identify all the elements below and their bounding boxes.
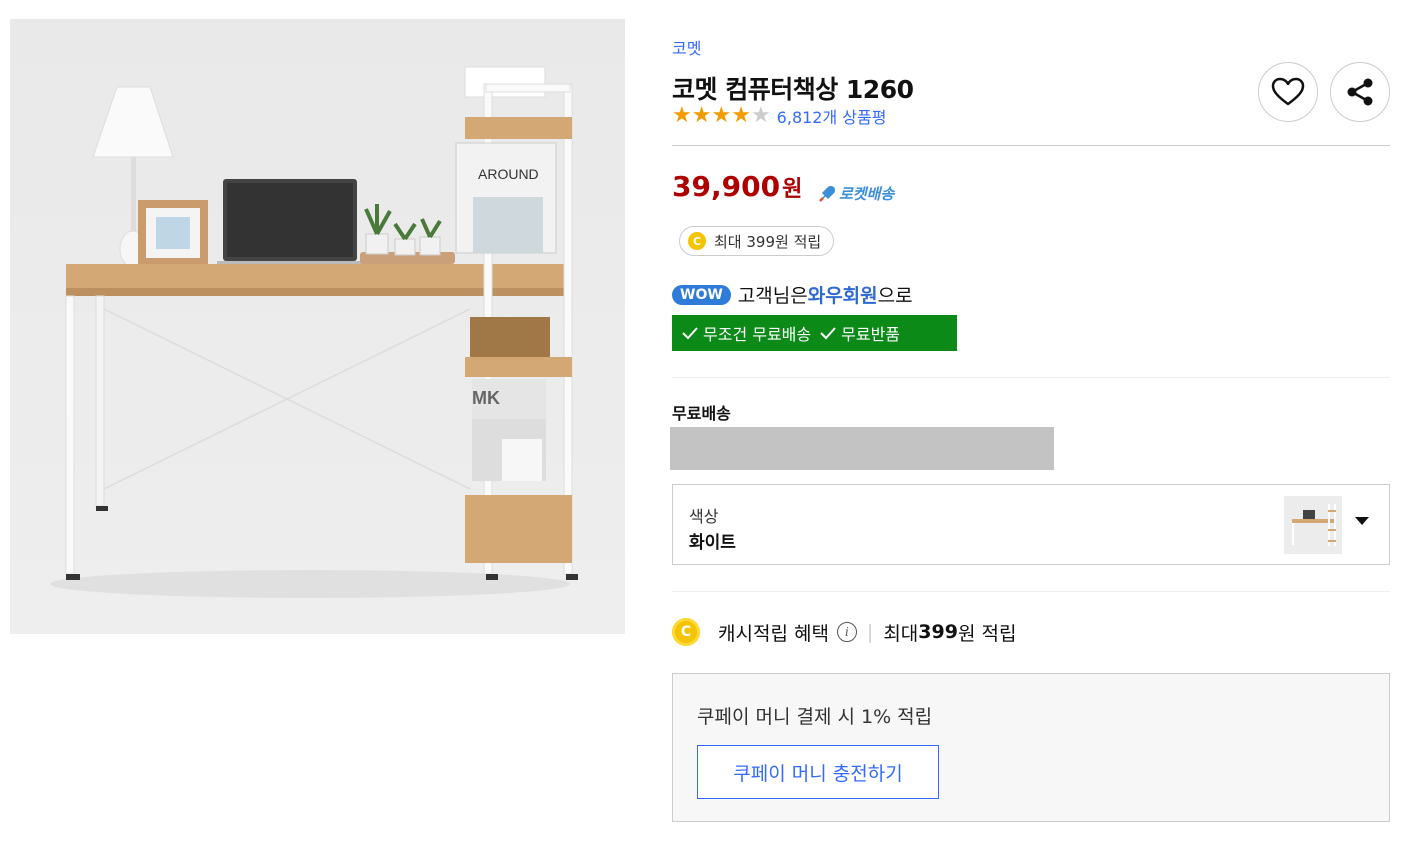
coupay-text: 쿠페이 머니 결제 시 1% 적립 xyxy=(697,706,933,728)
coin-icon: C xyxy=(672,618,700,646)
cash-benefit-amount: 399 xyxy=(918,621,958,643)
rocket-icon xyxy=(819,185,835,202)
star-icon: ★ xyxy=(711,103,732,128)
share-icon xyxy=(1347,78,1373,106)
shipping-info-placeholder xyxy=(670,427,1054,470)
cash-pill: C 최대 399원 적립 xyxy=(679,226,835,256)
divider xyxy=(672,145,1390,146)
magazine-text: MK xyxy=(472,388,500,408)
cash-pill-text: 최대 399원 적립 xyxy=(714,232,822,251)
product-title: 코멧 컴퓨터책상 1260 xyxy=(672,75,914,104)
price-amount: 39,900 xyxy=(672,170,781,203)
star-icon: ★ xyxy=(731,103,751,128)
check-icon xyxy=(682,327,698,340)
wishlist-button[interactable] xyxy=(1258,62,1318,122)
info-icon[interactable]: i xyxy=(836,622,857,642)
desk-thumbnail xyxy=(1284,496,1342,554)
wow-line-prefix: 고객님은 xyxy=(737,285,808,307)
shipping-label: 무료배송 xyxy=(672,404,731,423)
coupay-charge-button[interactable]: 쿠페이 머니 충전하기 xyxy=(697,745,939,799)
share-button[interactable] xyxy=(1330,62,1390,122)
option-thumbnail xyxy=(1284,496,1342,554)
wow-benefit-2: 무료반품 xyxy=(841,325,901,344)
chevron-down-icon xyxy=(1355,517,1369,525)
price-unit: 원 xyxy=(782,177,803,202)
wow-benefits-banner: 무조건 무료배송 무료반품 xyxy=(672,315,957,351)
review-count-link[interactable]: 6,812개 상품평 xyxy=(777,104,887,128)
desk-photo: AROUND MK xyxy=(10,19,625,634)
coin-icon: C xyxy=(688,232,706,250)
star-rating: ★ ★ ★ ★ ★ xyxy=(672,104,771,128)
divider xyxy=(672,591,1390,592)
coupay-box: 쿠페이 머니 결제 시 1% 적립 쿠페이 머니 충전하기 xyxy=(672,673,1390,822)
star-icon: ★ xyxy=(750,103,771,128)
brand-link[interactable]: 코멧 xyxy=(672,35,701,59)
sale-price: 39,900원 xyxy=(672,170,802,203)
wow-line-strong: 와우회원 xyxy=(807,285,878,307)
heart-icon xyxy=(1271,77,1305,106)
star-icon: ★ xyxy=(691,103,712,128)
book-cover-text: AROUND xyxy=(478,166,539,182)
cash-benefit-row: C 캐시적립 혜택 i | 최대 399 원 적립 xyxy=(672,618,1016,646)
cash-benefit-prefix: 최대 xyxy=(883,622,919,645)
wow-badge: WOW xyxy=(672,284,731,305)
wow-member-line: WOW 고객님은 와우회원 으로 xyxy=(672,281,913,308)
product-info: 코멧 코멧 컴퓨터책상 1260 ★ ★ ★ ★ ★ 6,812개 상품평 39… xyxy=(670,0,1390,841)
rocket-delivery-badge: 로켓배송 xyxy=(817,183,894,204)
cash-benefit-label: 캐시적립 혜택 xyxy=(718,622,829,645)
color-option-select[interactable]: 색상 화이트 xyxy=(672,484,1390,565)
wow-benefit-1: 무조건 무료배송 xyxy=(703,325,812,344)
option-value: 화이트 xyxy=(689,533,736,553)
separator: | xyxy=(866,621,874,643)
rating-row[interactable]: ★ ★ ★ ★ ★ 6,812개 상품평 xyxy=(672,104,886,128)
divider xyxy=(672,377,1390,378)
product-image[interactable]: AROUND MK xyxy=(10,19,625,634)
rocket-label: 로켓배송 xyxy=(839,185,895,203)
star-icon: ★ xyxy=(672,103,692,128)
check-icon xyxy=(820,327,836,340)
wow-line-suffix: 으로 xyxy=(877,285,913,307)
cash-benefit-suffix: 원 적립 xyxy=(957,622,1017,645)
option-label: 색상 xyxy=(689,507,719,526)
